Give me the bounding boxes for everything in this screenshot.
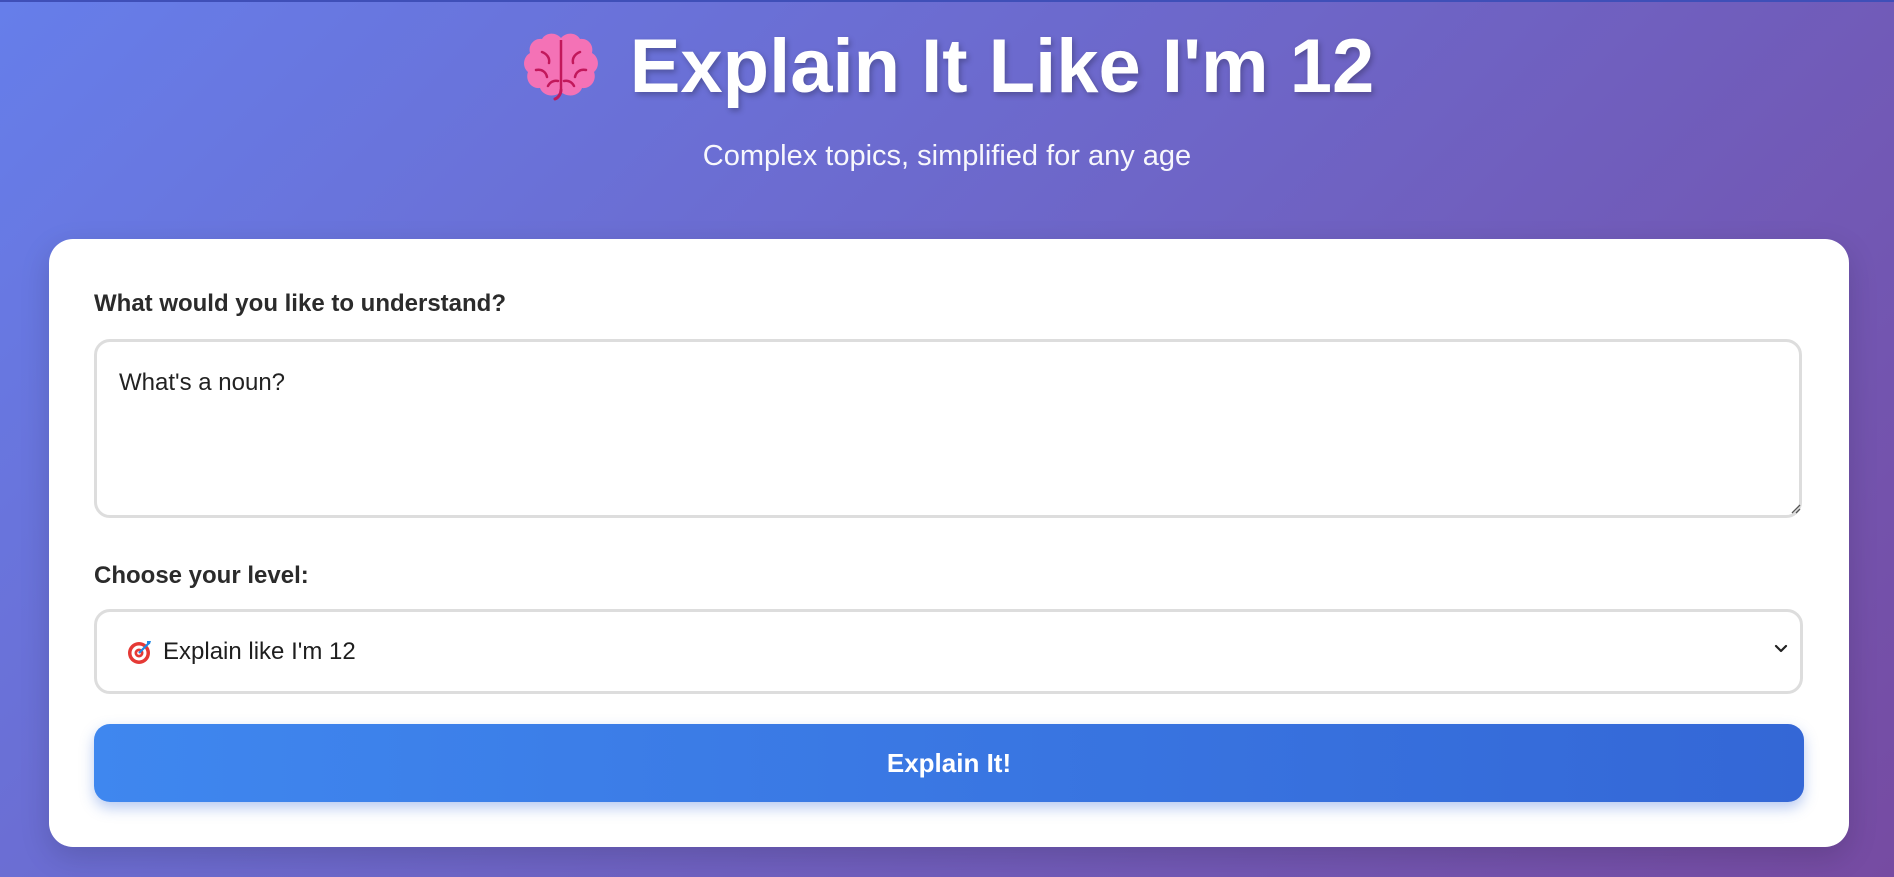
page-title: Explain It Like I'm 12 <box>0 0 1894 112</box>
explain-form-card: What would you like to understand? What'… <box>49 239 1849 847</box>
question-label: What would you like to understand? <box>94 290 506 317</box>
resize-grip-icon[interactable] <box>1789 502 1801 514</box>
level-select-value: Explain like I'm 12 <box>163 637 356 665</box>
chevron-down-icon <box>1774 644 1788 653</box>
target-icon <box>128 640 151 664</box>
level-select[interactable]: Explain like I'm 12 <box>94 609 1803 694</box>
level-label: Choose your level: <box>94 562 309 589</box>
brain-icon <box>523 33 598 101</box>
page-title-text: Explain It Like I'm 12 <box>629 24 1375 109</box>
explain-button[interactable]: Explain It! <box>94 724 1804 802</box>
page-header: Explain It Like I'm 12 Complex topics, s… <box>0 0 1894 174</box>
page-subtitle: Complex topics, simplified for any age <box>702 140 1192 172</box>
question-input[interactable]: What's a noun? <box>94 339 1802 518</box>
